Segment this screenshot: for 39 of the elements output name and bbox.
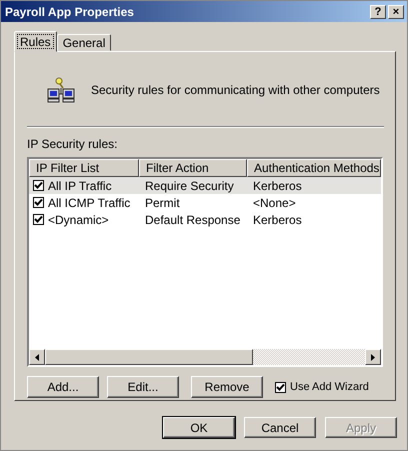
description-text: Security rules for communicating with other computers xyxy=(91,83,380,97)
table-cell: All ICMP Traffic xyxy=(48,196,130,210)
table-row[interactable]: All ICMP Traffic Permit <None> xyxy=(29,194,381,211)
table-cell: Kerberos xyxy=(253,212,302,226)
column-header[interactable]: IP Filter List xyxy=(29,159,139,177)
dialog-button[interactable]: OK xyxy=(163,417,235,438)
table-cell: <Dynamic> xyxy=(48,212,109,226)
table-cell: Default Response xyxy=(145,212,240,226)
tab[interactable]: General xyxy=(56,34,112,51)
column-header[interactable]: Filter Action xyxy=(139,159,247,177)
table-cell: Permit xyxy=(145,196,180,210)
scrollbar-thumb[interactable] xyxy=(45,349,253,365)
check-icon xyxy=(276,382,285,392)
tab[interactable]: Rules xyxy=(14,31,57,52)
table-cell: All IP Traffic xyxy=(48,178,112,192)
checkbox[interactable] xyxy=(33,214,44,225)
action-button[interactable]: Add... xyxy=(27,376,99,398)
networked-computers-icon xyxy=(47,76,75,104)
table-cell: <None> xyxy=(253,196,296,210)
action-button[interactable]: Remove xyxy=(191,376,263,398)
table-cell: Kerberos xyxy=(253,178,302,192)
table-row[interactable]: All IP Traffic Require Security Kerberos xyxy=(29,177,381,194)
action-button[interactable]: Edit... xyxy=(107,376,179,398)
horizontal-scrollbar[interactable] xyxy=(29,349,381,365)
scroll-left-button[interactable] xyxy=(29,349,45,365)
checkbox[interactable] xyxy=(33,180,44,191)
list-label: IP Security rules: xyxy=(27,137,118,151)
checkbox[interactable] xyxy=(33,197,44,208)
left-arrow-icon xyxy=(35,354,39,360)
dialog-button[interactable]: Cancel xyxy=(244,417,316,438)
table-row[interactable]: <Dynamic> Default Response Kerberos xyxy=(29,211,381,228)
column-header[interactable]: Authentication Methods xyxy=(247,159,381,177)
scroll-right-button[interactable] xyxy=(365,349,381,365)
right-arrow-icon xyxy=(371,354,375,360)
wizard-checkbox[interactable]: Use Add Wizard xyxy=(275,381,369,393)
window-title: Payroll App Properties xyxy=(5,4,134,18)
close-button[interactable]: × xyxy=(388,4,404,18)
table-cell: Require Security xyxy=(145,178,234,192)
help-button[interactable]: ? xyxy=(370,4,386,18)
